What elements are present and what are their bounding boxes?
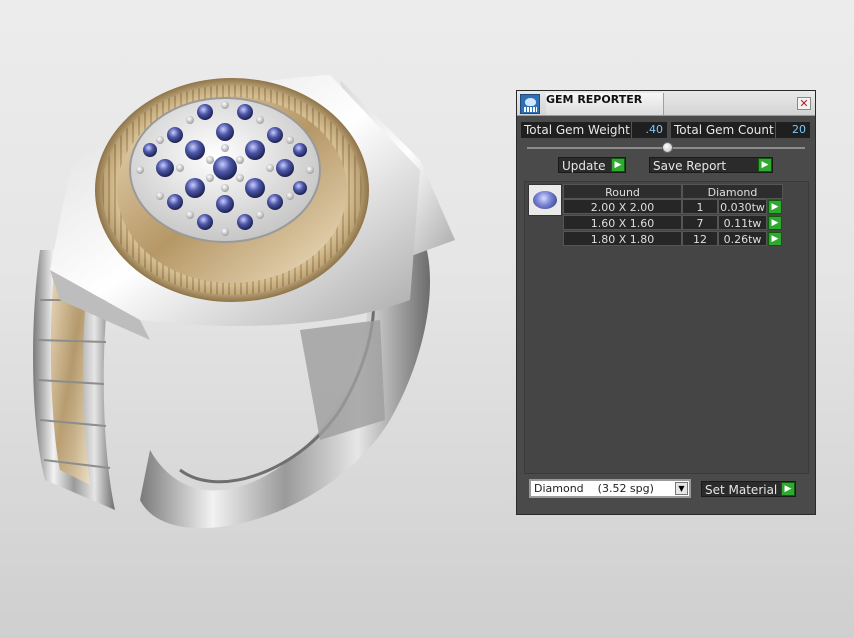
total-gem-count-label: Total Gem Count xyxy=(671,122,775,138)
chevron-down-icon[interactable]: ▼ xyxy=(675,482,688,495)
row-1-weight: 0.030tw xyxy=(718,199,767,214)
col-header-material: Diamond xyxy=(682,184,783,199)
total-gem-weight-value: .40 xyxy=(631,122,667,138)
row-3-go-icon[interactable]: ▶ xyxy=(768,232,782,246)
update-go-icon[interactable]: ▶ xyxy=(611,158,625,172)
close-icon[interactable]: ✕ xyxy=(797,97,811,110)
col-header-shape: Round xyxy=(563,184,682,199)
row-3-size: 1.80 X 1.80 xyxy=(563,231,682,246)
material-select-value: Diamond (3.52 spg) xyxy=(534,482,654,495)
total-gem-count-value: 20 xyxy=(775,122,810,138)
row-1-go-icon[interactable]: ▶ xyxy=(768,200,782,214)
row-3-weight: 0.26tw xyxy=(718,231,767,246)
set-material-go-icon[interactable]: ▶ xyxy=(781,482,795,496)
total-gem-weight-label: Total Gem Weight xyxy=(521,122,631,138)
set-material-label: Set Material xyxy=(705,483,778,497)
gem-reporter-panel: GEM REPORTER ✕ Total Gem Weight .40 Tota… xyxy=(516,90,816,515)
panel-titlebar[interactable]: GEM REPORTER ✕ xyxy=(517,91,815,116)
save-report-label: Save Report xyxy=(653,159,727,173)
row-3-count: 12 xyxy=(682,231,718,246)
ring-render xyxy=(33,75,455,529)
gem-list-area: Round Diamond 2.00 X 2.00 1 0.030tw ▶ 1.… xyxy=(524,181,809,474)
panel-title: GEM REPORTER xyxy=(546,93,664,115)
material-select[interactable]: Diamond (3.52 spg) ▼ xyxy=(529,479,691,498)
gem-reporter-logo-icon xyxy=(520,94,540,114)
row-2-count: 7 xyxy=(682,215,718,230)
row-1-size: 2.00 X 2.00 xyxy=(563,199,682,214)
update-button-label: Update xyxy=(562,159,606,173)
slider-knob[interactable] xyxy=(662,142,673,153)
save-report-go-icon[interactable]: ▶ xyxy=(758,158,772,172)
round-gem-icon[interactable] xyxy=(528,184,562,216)
row-2-weight: 0.11tw xyxy=(718,215,767,230)
save-report-button[interactable]: Save Report xyxy=(649,157,773,173)
row-1-count: 1 xyxy=(682,199,718,214)
row-2-size: 1.60 X 1.60 xyxy=(563,215,682,230)
row-2-go-icon[interactable]: ▶ xyxy=(768,216,782,230)
